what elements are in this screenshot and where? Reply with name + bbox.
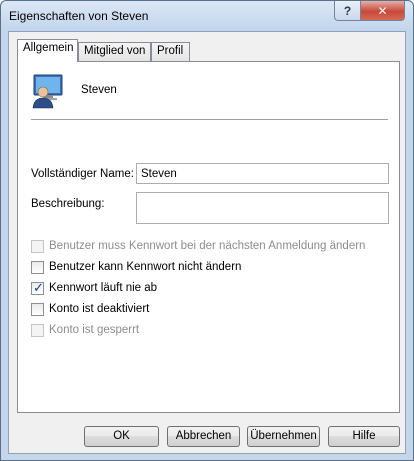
properties-dialog: Eigenschaften von Steven ? ✕ Allgemein M… bbox=[0, 0, 414, 461]
account-disabled-checkbox-row: Konto ist deaktiviert bbox=[31, 301, 149, 317]
account-disabled-checkbox[interactable] bbox=[31, 302, 44, 316]
fullname-label: Vollständiger Name: bbox=[31, 168, 134, 180]
ok-button[interactable]: OK bbox=[84, 426, 159, 447]
apply-button[interactable]: Übernehmen bbox=[247, 426, 320, 447]
title-bar[interactable]: Eigenschaften von Steven ? ✕ bbox=[1, 1, 413, 31]
dialog-body: Allgemein Mitglied von Profil Steven Vol… bbox=[8, 31, 406, 454]
tab-allgemein[interactable]: Allgemein bbox=[17, 39, 78, 62]
help-button[interactable]: Hilfe bbox=[328, 426, 400, 447]
divider bbox=[31, 119, 388, 120]
account-locked-checkbox-row: Konto ist gesperrt bbox=[31, 322, 139, 338]
password-never-expires-label: Kennwort läuft nie ab bbox=[49, 282, 158, 294]
must-change-password-checkbox[interactable] bbox=[31, 239, 44, 253]
checkmark-icon: ✓ bbox=[33, 279, 44, 295]
cannot-change-password-label: Benutzer kann Kennwort nicht ändern bbox=[49, 261, 242, 273]
close-button[interactable]: ✕ bbox=[360, 1, 405, 21]
account-disabled-label: Konto ist deaktiviert bbox=[49, 303, 150, 315]
tab-mitglied-von[interactable]: Mitglied von bbox=[78, 42, 151, 61]
cannot-change-password-checkbox-row: Benutzer kann Kennwort nicht ändern bbox=[31, 259, 241, 275]
description-label: Beschreibung: bbox=[31, 198, 105, 210]
user-account-icon bbox=[32, 74, 63, 109]
account-locked-checkbox[interactable] bbox=[31, 323, 44, 337]
account-locked-label: Konto ist gesperrt bbox=[49, 324, 140, 336]
password-never-expires-checkbox-row: ✓ Kennwort läuft nie ab bbox=[31, 280, 157, 296]
must-change-password-label: Benutzer muss Kennwort bei der nächsten … bbox=[49, 240, 366, 252]
cannot-change-password-checkbox[interactable] bbox=[31, 260, 44, 274]
fullname-input[interactable] bbox=[136, 163, 389, 184]
tab-profil[interactable]: Profil bbox=[151, 42, 190, 61]
help-title-button[interactable]: ? bbox=[334, 1, 361, 21]
must-change-password-checkbox-row: Benutzer muss Kennwort bei der nächsten … bbox=[31, 238, 365, 254]
cancel-button[interactable]: Abbrechen bbox=[167, 426, 240, 447]
user-name: Steven bbox=[81, 84, 117, 96]
general-tab-panel: Steven Vollständiger Name: Beschreibung:… bbox=[17, 61, 400, 413]
description-input[interactable] bbox=[136, 192, 389, 224]
password-never-expires-checkbox[interactable]: ✓ bbox=[31, 279, 44, 295]
window-title: Eigenschaften von Steven bbox=[9, 9, 149, 23]
